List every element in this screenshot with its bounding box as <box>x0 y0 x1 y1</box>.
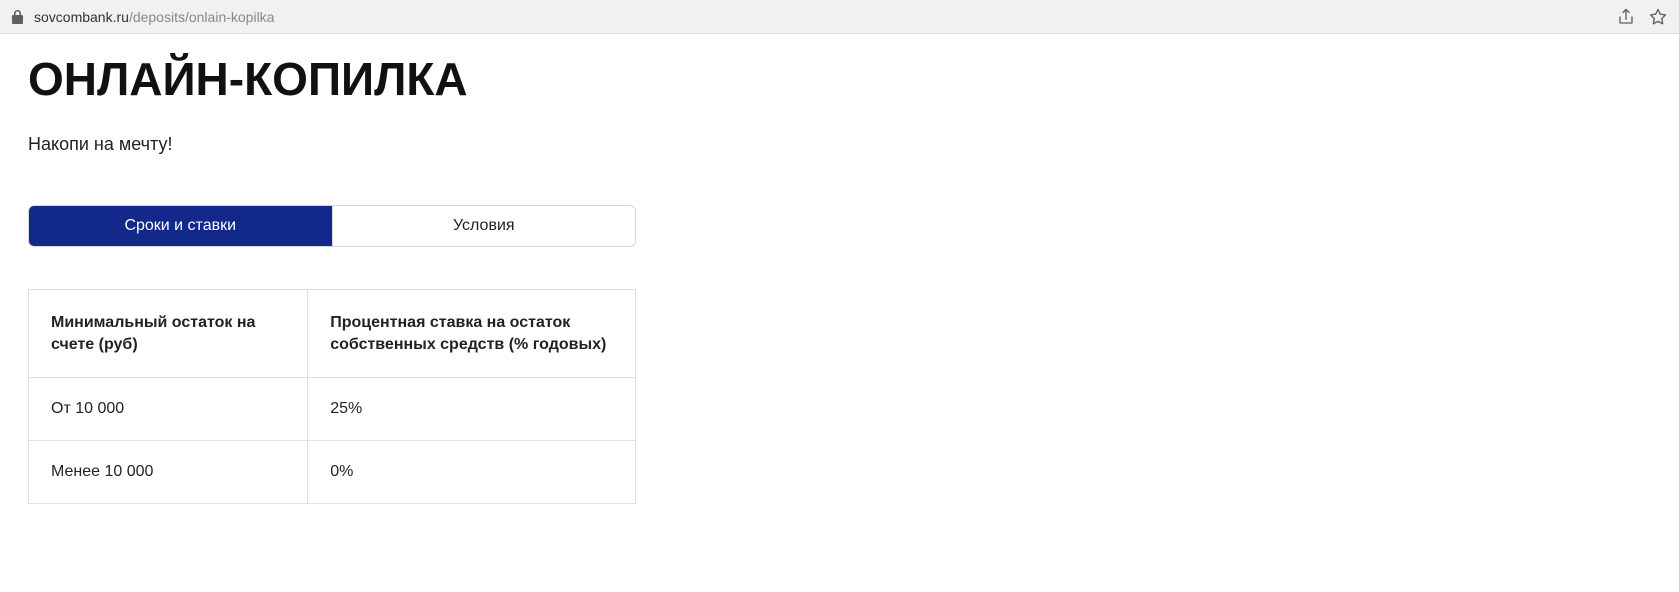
table-row: От 10 000 25% <box>29 378 636 441</box>
col-header-min-balance: Минимальный остаток на счете (руб) <box>29 290 308 378</box>
rates-table: Минимальный остаток на счете (руб) Проце… <box>28 289 636 504</box>
address-bar: sovcombank.ru/deposits/onlain-kopilka <box>0 0 1679 34</box>
tab-group: Сроки и ставки Условия <box>28 205 636 247</box>
cell-rate: 25% <box>308 378 636 441</box>
page-content: ОНЛАЙН-КОПИЛКА Накопи на мечту! Сроки и … <box>0 34 1679 544</box>
url-path: /deposits/onlain-kopilka <box>129 9 275 25</box>
page-subtitle: Накопи на мечту! <box>28 134 1651 155</box>
col-header-rate: Процентная ставка на остаток собственных… <box>308 290 636 378</box>
share-icon[interactable] <box>1617 8 1635 26</box>
page-title: ОНЛАЙН-КОПИЛКА <box>28 52 1651 106</box>
star-icon[interactable] <box>1649 8 1667 26</box>
url-text[interactable]: sovcombank.ru/deposits/onlain-kopilka <box>34 9 274 25</box>
cell-balance: Менее 10 000 <box>29 441 308 504</box>
tab-conditions[interactable]: Условия <box>332 206 636 246</box>
table-row: Менее 10 000 0% <box>29 441 636 504</box>
tab-rates[interactable]: Сроки и ставки <box>29 206 332 246</box>
table-header-row: Минимальный остаток на счете (руб) Проце… <box>29 290 636 378</box>
cell-rate: 0% <box>308 441 636 504</box>
url-domain: sovcombank.ru <box>34 9 129 25</box>
cell-balance: От 10 000 <box>29 378 308 441</box>
lock-icon <box>12 10 24 24</box>
